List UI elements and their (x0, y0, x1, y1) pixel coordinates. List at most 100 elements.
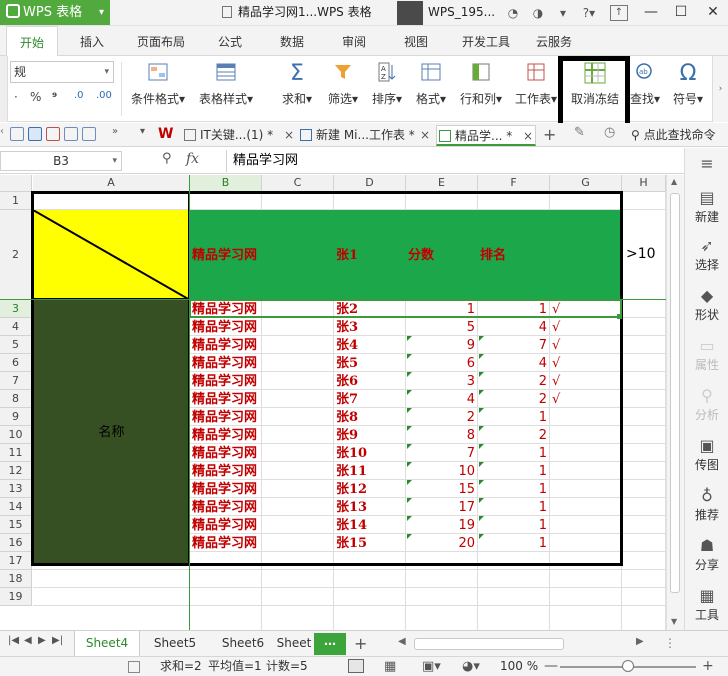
scroll-left-icon[interactable]: ◀ (398, 636, 406, 647)
name-merged-cell[interactable]: 名称 (33, 300, 190, 565)
cell-f[interactable]: 1 (478, 499, 550, 516)
cell-e[interactable]: 3 (406, 373, 478, 390)
doc-tab-active[interactable]: 精品学... * × (436, 125, 536, 146)
cell-b[interactable]: 精品学习网 (192, 373, 257, 390)
row-header-19[interactable]: 19 (0, 588, 32, 606)
conditional-format-button[interactable]: 条件格式▾ (128, 58, 188, 118)
tab-insert[interactable]: 插入 (68, 26, 116, 56)
pen-icon[interactable]: ✎ (574, 125, 585, 140)
row-header-12[interactable]: 12 (0, 462, 32, 480)
row-header-1[interactable]: 1 (0, 192, 32, 210)
row-header-14[interactable]: 14 (0, 498, 32, 516)
panel-collapse-icon[interactable]: ≡ (685, 154, 728, 174)
column-header-d[interactable]: D (334, 175, 406, 192)
first-sheet-icon[interactable]: |◀ (8, 635, 19, 646)
tab-cloud[interactable]: 云服务 (528, 26, 580, 56)
rows-cols-button[interactable]: 行和列▾ (456, 58, 506, 118)
spreadsheet-grid[interactable]: ABCDEFGH 1 2 3 4 5 6 7 8 9 10 11 12 13 14 15 16 17 18 19 名… (0, 175, 666, 630)
close-icon[interactable]: × (284, 125, 294, 145)
cell-f[interactable]: 4 (478, 355, 550, 372)
cell-e[interactable]: 15 (406, 481, 478, 498)
avatar[interactable] (397, 1, 423, 25)
scroll-right-icon[interactable]: ▶ (636, 636, 644, 647)
print-preview-icon[interactable] (82, 127, 96, 141)
help-search[interactable]: ⚲ 点此查找命令 (631, 123, 716, 147)
panel-item-analysis[interactable]: ⚲ 分析 (685, 386, 728, 423)
cell-b[interactable]: 精品学习网 (192, 391, 257, 408)
prev-sheet-icon[interactable]: ◀ (24, 635, 32, 646)
cell-b[interactable]: 精品学习网 (192, 463, 257, 480)
number-format-select[interactable]: 规 ▾ (10, 61, 114, 83)
chevron-down-icon[interactable]: ▾ (140, 126, 145, 137)
row-header-9[interactable]: 9 (0, 408, 32, 426)
cell-f[interactable]: 1 (478, 409, 550, 426)
cell-d[interactable]: 张14 (336, 517, 367, 534)
header-cell-b[interactable]: 精品学习网 (192, 247, 257, 264)
cell-d[interactable]: 张4 (336, 337, 358, 354)
row-header-5[interactable]: 5 (0, 336, 32, 354)
cell-b[interactable]: 精品学习网 (192, 445, 257, 462)
diagonal-header-cell[interactable] (33, 210, 190, 300)
more-quick-access-icon[interactable]: » (112, 126, 118, 137)
fill-handle[interactable] (617, 314, 622, 319)
horizontal-scrollbar[interactable]: ◀ ▶ (398, 636, 660, 652)
tab-view[interactable]: 视图 (392, 26, 440, 56)
cell-g[interactable]: √ (550, 355, 560, 372)
page-break-view-icon[interactable]: ▦ (384, 657, 396, 676)
cell-d[interactable]: 张11 (336, 463, 367, 480)
cell-d[interactable]: 张3 (336, 319, 358, 336)
close-icon[interactable]: ✕ (698, 0, 728, 25)
cell-e[interactable]: 8 (406, 427, 478, 444)
doc-tab[interactable]: IT关键...(1) * × (182, 125, 296, 146)
thousands-format-button[interactable]: ⁹ (52, 90, 57, 104)
panel-item-tools[interactable]: ▦ 工具 (685, 586, 728, 623)
panel-item-new[interactable]: ▤ 新建 (685, 188, 728, 225)
cell-d[interactable]: 张10 (336, 445, 367, 462)
history-icon[interactable]: ◷ (604, 125, 615, 140)
cell-b[interactable]: 精品学习网 (192, 535, 257, 552)
tab-home[interactable]: 开始 (6, 26, 58, 57)
eye-protection-icon[interactable]: ◕▾ (462, 657, 480, 676)
zoom-out-icon[interactable]: — (544, 657, 558, 676)
zoom-icon[interactable]: ⚲ (162, 151, 172, 166)
panel-item-upload-image[interactable]: ▣ 传图 (685, 436, 728, 473)
column-header-h[interactable]: H (622, 175, 666, 192)
row-header-10[interactable]: 10 (0, 426, 32, 444)
row-header-7[interactable]: 7 (0, 372, 32, 390)
next-sheet-icon[interactable]: ▶ (38, 635, 46, 646)
decrease-decimal-button[interactable]: .00 (96, 90, 112, 101)
cell-e[interactable]: 17 (406, 499, 478, 516)
cell-f[interactable]: 2 (478, 373, 550, 390)
row-header-13[interactable]: 13 (0, 480, 32, 498)
cell-d[interactable]: 张8 (336, 409, 358, 426)
split-icon[interactable]: ⋮ (664, 631, 676, 656)
cell-g[interactable]: √ (550, 319, 560, 336)
name-box[interactable]: B3 ▾ (0, 151, 122, 171)
wps-menu-button[interactable]: WPS 表格 ▾ (0, 0, 110, 25)
cell-e[interactable]: 7 (406, 445, 478, 462)
cell-b[interactable]: 精品学习网 (192, 499, 257, 516)
normal-view-icon[interactable] (348, 659, 364, 673)
row-header-16[interactable]: 16 (0, 534, 32, 552)
column-header-a[interactable]: A (33, 175, 190, 192)
insert-function-icon[interactable]: fx (186, 151, 199, 167)
tab-data[interactable]: 数据 (268, 26, 316, 56)
formula-input[interactable]: 精品学习网 (226, 150, 680, 172)
cell-b[interactable]: 精品学习网 (192, 319, 257, 336)
row-header-6[interactable]: 6 (0, 354, 32, 372)
table-style-button[interactable]: 表格样式▾ (194, 58, 258, 118)
cell-f[interactable]: 1 (478, 481, 550, 498)
column-header-g[interactable]: G (550, 175, 622, 192)
column-header-f[interactable]: F (478, 175, 550, 192)
close-icon[interactable]: × (523, 126, 533, 144)
format-button[interactable]: 格式▾ (412, 58, 450, 118)
cell-e[interactable]: 2 (406, 409, 478, 426)
tab-page-layout[interactable]: 页面布局 (128, 26, 194, 56)
tab-developer[interactable]: 开发工具 (454, 26, 518, 56)
sheet-tab[interactable]: Sheet (274, 631, 314, 656)
cell-e[interactable]: 4 (406, 391, 478, 408)
horizontal-scroll-thumb[interactable] (414, 638, 564, 650)
cell-b[interactable]: 精品学习网 (192, 427, 257, 444)
export-pdf-icon[interactable] (46, 127, 60, 141)
add-sheet-button[interactable]: + (354, 631, 367, 656)
